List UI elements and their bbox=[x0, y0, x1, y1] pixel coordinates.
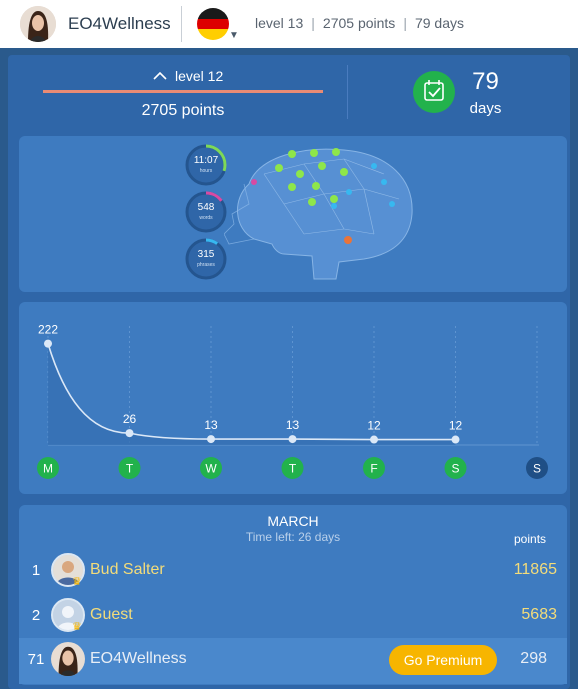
data-label: 12 bbox=[367, 419, 381, 433]
avatar bbox=[51, 642, 85, 676]
days-label: days bbox=[469, 100, 502, 117]
data-point bbox=[288, 435, 297, 444]
data-label: 13 bbox=[286, 418, 300, 432]
row-rank: 2 bbox=[31, 607, 41, 624]
stat-separator: | bbox=[403, 15, 407, 31]
leaderboard-subtitle: Time left: 26 days bbox=[245, 530, 341, 544]
x-tick-label: M bbox=[43, 462, 53, 476]
row-name: Guest bbox=[90, 606, 133, 623]
x-tick-label: S bbox=[533, 462, 541, 476]
header-points: 2705 points bbox=[322, 15, 396, 31]
top-bar: EO4Wellness ▼ level 13 | 2705 points | 7… bbox=[0, 0, 578, 48]
summary-divider bbox=[347, 65, 348, 119]
stat-unit: phrases bbox=[197, 262, 215, 268]
header-username[interactable]: EO4Wellness bbox=[68, 14, 171, 34]
chevron-down-icon[interactable]: ▼ bbox=[229, 30, 239, 41]
data-point bbox=[451, 435, 460, 444]
germany-flag-icon[interactable] bbox=[197, 8, 229, 40]
stat-ring: 315 phrases bbox=[185, 238, 227, 280]
stat-ring: 11:07 hours bbox=[185, 144, 227, 186]
leaderboard-card: MARCH Time left: 26 days points 1 ♛ Bud … bbox=[19, 505, 567, 685]
leaderboard-title: MARCH bbox=[267, 513, 319, 529]
data-label: 26 bbox=[123, 412, 137, 426]
brain-illustration bbox=[224, 148, 413, 280]
data-label: 222 bbox=[38, 323, 58, 337]
row-name: EO4Wellness bbox=[90, 650, 187, 667]
leaderboard-row-current-user[interactable]: 71 EO4Wellness Go Premium 298 bbox=[19, 638, 567, 684]
data-label: 12 bbox=[449, 419, 463, 433]
brain-stats-card: 11:07 hours 548 words 315 phrases bbox=[19, 136, 567, 292]
row-score: 298 bbox=[520, 650, 547, 667]
go-premium-button[interactable]: Go Premium bbox=[389, 645, 497, 675]
row-score: 11865 bbox=[513, 561, 557, 578]
level-label-row: level 12 bbox=[153, 68, 223, 84]
stat-value: 11:07 bbox=[193, 155, 219, 166]
points-label: 2705 points bbox=[141, 102, 225, 119]
x-tick-label: F bbox=[370, 462, 377, 476]
stat-separator: | bbox=[311, 15, 315, 31]
level-summary: level 12 2705 points 79 days bbox=[8, 53, 570, 131]
calendar-check-icon bbox=[413, 71, 455, 113]
x-tick-label: T bbox=[289, 462, 297, 476]
crown-icon: ♛ bbox=[72, 621, 82, 633]
stat-unit: hours bbox=[199, 168, 213, 174]
header-stats: level 13 | 2705 points | 79 days bbox=[255, 15, 464, 31]
row-name: Bud Salter bbox=[90, 561, 165, 578]
header-divider bbox=[181, 6, 182, 42]
stat-value: 548 bbox=[197, 202, 215, 213]
data-point bbox=[44, 339, 52, 348]
x-tick-label: T bbox=[126, 462, 134, 476]
x-tick-label: S bbox=[451, 462, 459, 476]
weekly-chart-card: 222 26 13 13 12 12 M T W T F S S bbox=[19, 302, 567, 494]
data-point bbox=[125, 429, 134, 438]
stat-ring: 548 words bbox=[185, 191, 227, 233]
stat-value: 315 bbox=[197, 249, 215, 260]
row-score: 5683 bbox=[521, 606, 557, 623]
leaderboard-row[interactable]: 1 ♛ Bud Salter 11865 bbox=[19, 549, 567, 591]
leaderboard-row[interactable]: 2 ♛ Guest 5683 bbox=[19, 594, 567, 636]
user-avatar[interactable] bbox=[20, 6, 56, 42]
level-up-icon bbox=[153, 71, 167, 80]
points-column-header: points bbox=[514, 532, 547, 546]
data-point bbox=[207, 435, 215, 444]
level-progress-bar bbox=[43, 90, 323, 93]
header-days: 79 days bbox=[414, 15, 464, 31]
row-rank: 71 bbox=[27, 651, 45, 668]
days-count: 79 bbox=[472, 68, 499, 95]
stat-unit: words bbox=[199, 215, 213, 221]
series-line bbox=[47, 343, 456, 441]
header-level: level 13 bbox=[255, 15, 304, 31]
row-rank: 1 bbox=[31, 562, 41, 579]
weekly-chart: 222 26 13 13 12 12 M T W T F S S bbox=[37, 323, 548, 479]
level-label: level 12 bbox=[175, 68, 224, 84]
x-tick-label: W bbox=[205, 462, 217, 476]
data-label: 13 bbox=[204, 418, 218, 432]
data-point bbox=[370, 435, 378, 444]
crown-icon: ♛ bbox=[72, 576, 82, 588]
